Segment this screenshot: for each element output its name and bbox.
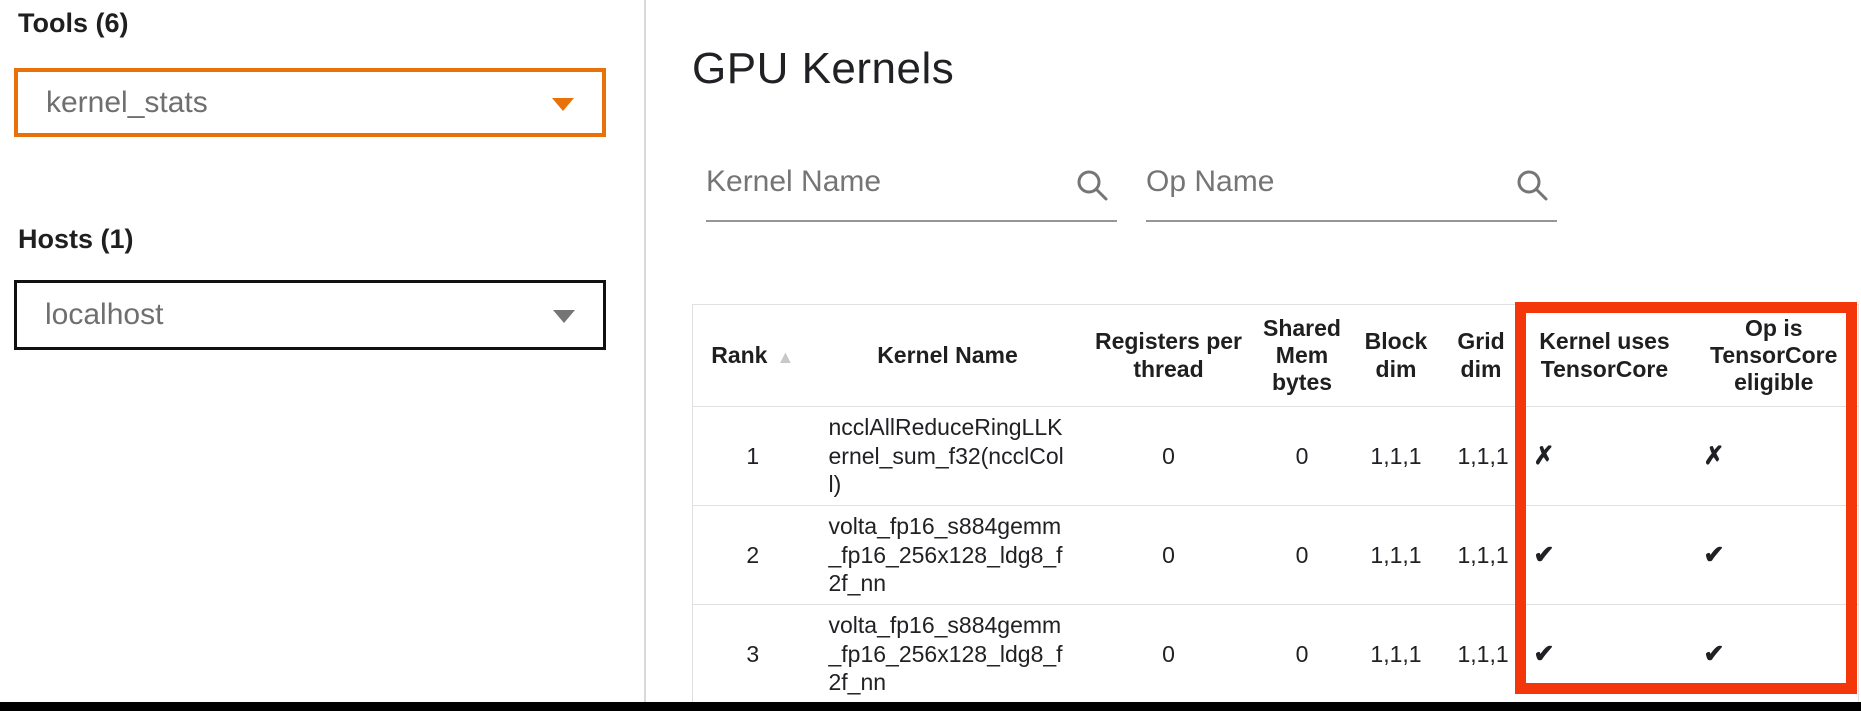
cell-grid-dim: 1,1,1 xyxy=(1443,605,1520,704)
cell-grid-dim: 1,1,1 xyxy=(1443,407,1520,506)
chevron-down-icon xyxy=(552,98,574,111)
cell-registers-per-thread: 0 xyxy=(1083,407,1255,506)
table-row[interactable]: 1ncclAllReduceRingLLKernel_sum_f32(ncclC… xyxy=(693,407,1859,506)
cell-op-is-tensorcore-eligible: ✗ xyxy=(1690,407,1859,506)
cell-kernel-name: volta_fp16_s884gemm_fp16_256x128_ldg8_f2… xyxy=(813,506,1083,605)
column-header-grid-dim[interactable]: Grid dim xyxy=(1443,305,1520,407)
cell-kernel-uses-tensorcore: ✗ xyxy=(1520,407,1690,506)
kernel-stats-table: Rank▲Kernel NameRegisters per threadShar… xyxy=(692,304,1859,704)
cell-op-is-tensorcore-eligible: ✔ xyxy=(1690,506,1859,605)
tools-label: Tools (6) xyxy=(18,8,129,39)
kernel-name-input[interactable] xyxy=(706,150,1061,214)
cell-op-is-tensorcore-eligible: ✔ xyxy=(1690,605,1859,704)
hosts-dropdown-value: localhost xyxy=(45,298,163,332)
bottom-border-bar xyxy=(0,702,1861,711)
cell-kernel-name: ncclAllReduceRingLLKernel_sum_f32(ncclCo… xyxy=(813,407,1083,506)
op-name-filter xyxy=(1146,150,1557,222)
column-header-rank[interactable]: Rank▲ xyxy=(693,305,813,407)
cell-shared-mem-bytes: 0 xyxy=(1255,407,1350,506)
table-row[interactable]: 2volta_fp16_s884gemm_fp16_256x128_ldg8_f… xyxy=(693,506,1859,605)
search-icon xyxy=(1073,166,1111,204)
cell-shared-mem-bytes: 0 xyxy=(1255,605,1350,704)
sidebar: Tools (6) kernel_stats Hosts (1) localho… xyxy=(0,0,646,711)
cell-rank: 2 xyxy=(693,506,813,605)
kernel-name-filter xyxy=(706,150,1117,222)
hosts-dropdown[interactable]: localhost xyxy=(14,280,606,350)
cell-rank: 3 xyxy=(693,605,813,704)
cell-kernel-uses-tensorcore: ✔ xyxy=(1520,506,1690,605)
table-header-row: Rank▲Kernel NameRegisters per threadShar… xyxy=(693,305,1859,407)
cell-kernel-name: volta_fp16_s884gemm_fp16_256x128_ldg8_f2… xyxy=(813,605,1083,704)
search-icon xyxy=(1513,166,1551,204)
cell-rank: 1 xyxy=(693,407,813,506)
cell-block-dim: 1,1,1 xyxy=(1350,407,1443,506)
column-header-kernel-name[interactable]: Kernel Name xyxy=(813,305,1083,407)
tools-dropdown-value: kernel_stats xyxy=(46,86,208,120)
page-title: GPU Kernels xyxy=(692,44,954,94)
column-header-op-is-tensorcore-eligible[interactable]: Op is TensorCore eligible xyxy=(1690,305,1859,407)
hosts-label: Hosts (1) xyxy=(18,224,134,255)
column-header-registers-per-thread[interactable]: Registers per thread xyxy=(1083,305,1255,407)
cell-block-dim: 1,1,1 xyxy=(1350,506,1443,605)
chevron-down-icon xyxy=(553,310,575,323)
cell-grid-dim: 1,1,1 xyxy=(1443,506,1520,605)
table-row[interactable]: 3volta_fp16_s884gemm_fp16_256x128_ldg8_f… xyxy=(693,605,1859,704)
op-name-input[interactable] xyxy=(1146,150,1501,214)
tools-dropdown[interactable]: kernel_stats xyxy=(14,68,606,137)
cell-shared-mem-bytes: 0 xyxy=(1255,506,1350,605)
sort-asc-icon: ▲ xyxy=(776,347,794,367)
column-header-shared-mem-bytes[interactable]: Shared Mem bytes xyxy=(1255,305,1350,407)
column-header-kernel-uses-tensorcore[interactable]: Kernel uses TensorCore xyxy=(1520,305,1690,407)
column-header-block-dim[interactable]: Block dim xyxy=(1350,305,1443,407)
cell-registers-per-thread: 0 xyxy=(1083,506,1255,605)
cell-registers-per-thread: 0 xyxy=(1083,605,1255,704)
cell-kernel-uses-tensorcore: ✔ xyxy=(1520,605,1690,704)
cell-block-dim: 1,1,1 xyxy=(1350,605,1443,704)
